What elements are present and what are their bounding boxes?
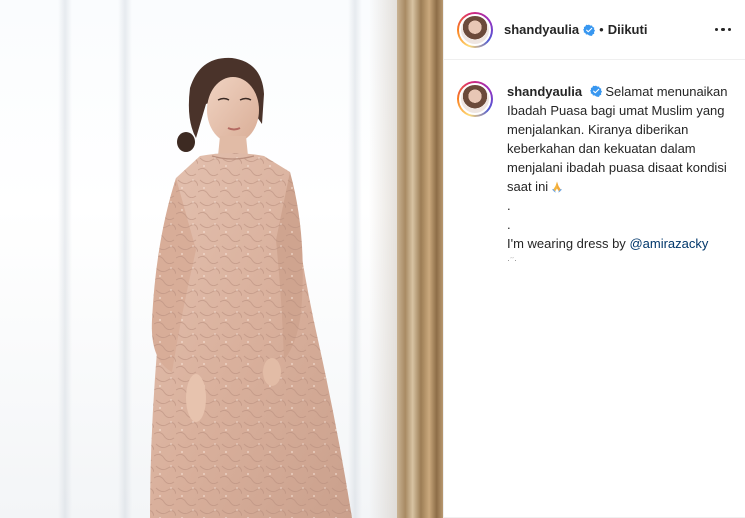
caption-line-1: Selamat menunaikan xyxy=(605,84,728,99)
post-side-panel: shandyaulia • Diikuti shandyaulia Selama… xyxy=(443,0,745,518)
caption-story-ring[interactable] xyxy=(457,81,493,117)
caption-dot-1: . xyxy=(507,198,511,213)
caption-line-4: keberkahan dan kekuatan dalam xyxy=(507,141,696,156)
post-header: shandyaulia • Diikuti xyxy=(444,0,745,60)
caption-dress-text: I'm wearing dress by xyxy=(507,236,626,251)
caption-line-2: Ibadah Puasa bagi umat Muslim yang xyxy=(507,103,725,118)
following-status-button[interactable]: Diikuti xyxy=(608,22,648,37)
caption-line-6: saat ini xyxy=(507,179,549,194)
folded-hands-emoji-icon xyxy=(552,181,563,193)
caption-line-3: menjalankan. Kiranya diberikan xyxy=(507,122,689,137)
mention-link[interactable]: @amirazacky xyxy=(629,236,708,251)
header-username[interactable]: shandyaulia xyxy=(504,22,579,37)
woman-in-dress-figure xyxy=(150,57,352,518)
more-options-icon[interactable] xyxy=(709,22,731,38)
caption-line-5: menjalani ibadah puasa disaat kondisi xyxy=(507,160,727,175)
avatar-icon[interactable] xyxy=(459,13,491,46)
caption-dress-line: I'm wearing dress by @amirazacky xyxy=(507,234,729,253)
verified-badge-icon xyxy=(583,24,596,36)
instagram-post: shandyaulia • Diikuti shandyaulia Selama… xyxy=(0,0,745,518)
caption-text: shandyaulia Selamat menunaikan Ibadah Pu… xyxy=(507,82,729,265)
caption-block: shandyaulia Selamat menunaikan Ibadah Pu… xyxy=(444,60,745,265)
caption-verified-badge-icon xyxy=(589,85,602,97)
caption-dot-2: . xyxy=(507,217,511,232)
caption-avatar-icon[interactable] xyxy=(459,83,491,115)
caption-line-6-wrap: saat ini xyxy=(507,177,729,196)
post-photo[interactable] xyxy=(0,0,443,518)
caption-username[interactable]: shandyaulia xyxy=(507,84,582,99)
header-separator-dot: • xyxy=(599,22,604,37)
caption-cutoff-line: ·ʼʼ· xyxy=(507,257,517,265)
story-ring[interactable] xyxy=(457,11,493,48)
